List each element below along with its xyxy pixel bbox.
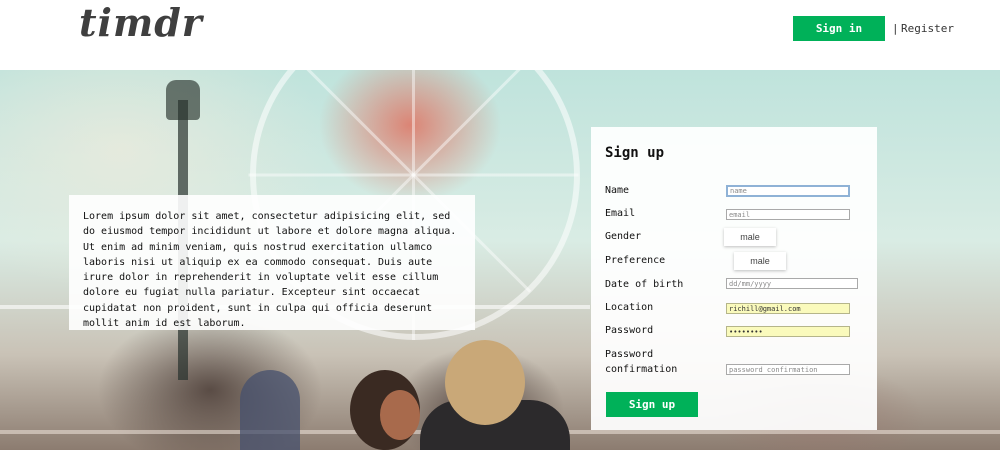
person-shape [445,340,525,425]
intro-text-box: Lorem ipsum dolor sit amet, consectetur … [69,195,475,330]
location-input[interactable] [726,303,850,314]
email-input[interactable] [726,209,850,220]
register-link[interactable]: Register [901,22,954,35]
sign-in-button[interactable]: Sign in [793,16,885,41]
name-label: Name [605,185,630,196]
password-input[interactable] [726,326,850,337]
top-header: timdr Sign in | Register [0,0,1000,70]
person-shape [240,370,300,450]
password-label: Password [605,325,654,336]
nav-divider: | [892,22,899,35]
name-input[interactable] [726,185,850,197]
preference-select[interactable]: male [734,252,786,270]
gender-label: Gender [605,231,642,242]
password-confirmation-input[interactable] [726,364,850,375]
person-face-shape [380,390,420,440]
email-label: Email [605,208,636,219]
preference-label: Preference [605,255,666,266]
sign-up-button[interactable]: Sign up [606,392,698,417]
gender-select[interactable]: male [724,228,776,246]
intro-paragraph: Lorem ipsum dolor sit amet, consectetur … [83,211,457,330]
dob-input[interactable] [726,278,858,289]
logo[interactable]: timdr [79,0,203,45]
dob-label: Date of birth [605,279,684,290]
signup-form: Sign up Name Email Gender male Preferenc… [591,127,877,430]
location-label: Location [605,302,654,313]
signup-title: Sign up [605,145,665,161]
password-confirmation-label: Password confirmation [605,349,678,375]
